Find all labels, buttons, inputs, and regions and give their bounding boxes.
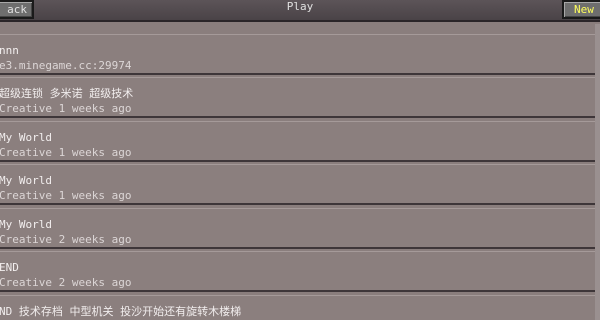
world-name: nnn — [0, 44, 19, 57]
page-title: Play — [286, 0, 314, 13]
world-name: My World — [0, 218, 52, 231]
world-row[interactable]: 超级连锁 多米诺 超级技术 Creative 1 weeks ago — [0, 77, 600, 118]
world-row[interactable]: My World Creative 1 weeks ago — [0, 164, 600, 205]
world-detail: Creative 2 weeks ago — [0, 233, 132, 246]
world-detail: e3.minegame.cc:29974 — [0, 59, 132, 72]
world-row[interactable]: My World Creative 2 weeks ago — [0, 208, 600, 249]
world-row[interactable]: My World Creative 1 weeks ago — [0, 121, 600, 162]
scrollbar[interactable] — [595, 24, 600, 320]
world-row[interactable]: END Creative 2 weeks ago — [0, 251, 600, 292]
world-detail: Creative 1 weeks ago — [0, 189, 132, 202]
world-name: 超级连锁 多米诺 超级技术 — [0, 87, 134, 100]
world-name: My World — [0, 131, 52, 144]
world-name: ND 技术存档 中型机关 投沙开始还有旋转木楼梯 — [0, 305, 242, 318]
top-bar: ack Play New — [0, 0, 600, 22]
world-row[interactable]: ND 技术存档 中型机关 投沙开始还有旋转木楼梯 — [0, 295, 600, 320]
world-detail: Creative 2 weeks ago — [0, 276, 132, 289]
world-row[interactable]: nnn e3.minegame.cc:29974 — [0, 34, 600, 75]
world-name: My World — [0, 174, 52, 187]
world-detail: Creative 1 weeks ago — [0, 146, 132, 159]
new-world-button[interactable]: New — [562, 0, 600, 19]
world-detail: Creative 1 weeks ago — [0, 102, 132, 115]
world-name: END — [0, 261, 19, 274]
